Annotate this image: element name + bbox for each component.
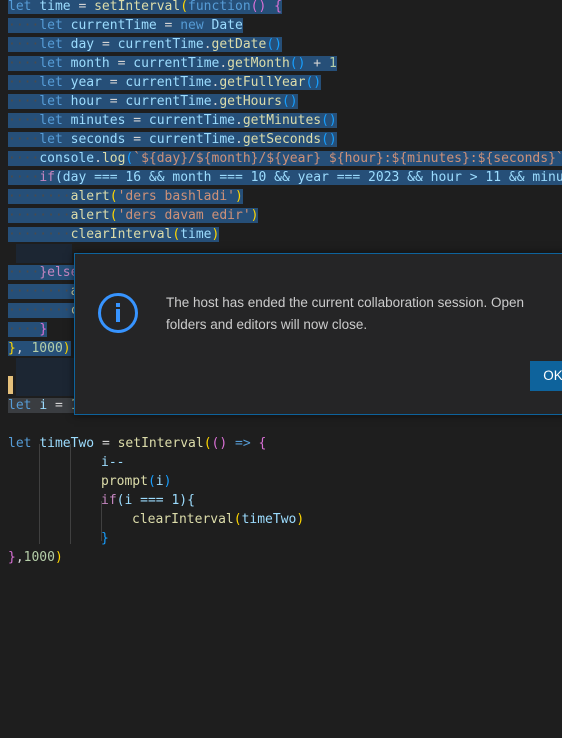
indent-guide [39, 444, 40, 544]
code-line: ········c [8, 301, 79, 320]
code-line: ········clearInterval(time) [8, 227, 220, 242]
code-line: ····}else [8, 265, 79, 280]
code-line: ····let year = currentTime.getFullYear() [8, 75, 322, 90]
code-line: let time = setInterval(function() { [8, 0, 282, 14]
code-line: },1000) [8, 550, 63, 565]
indent-guide [70, 444, 71, 544]
code-line: i-- [101, 455, 125, 470]
code-line: let i = 1 [8, 396, 79, 415]
code-line: ········a [8, 282, 79, 301]
code-line: ····let day = currentTime.getDate() [8, 37, 282, 52]
code-line: if(i === 1){ [101, 493, 195, 508]
code-line: ········alert('ders bashladi') [8, 189, 243, 204]
code-line: clearInterval(timeTwo) [132, 512, 305, 527]
session-ended-dialog: The host has ended the current collabora… [74, 253, 562, 415]
code-line: ········alert('ders davam edir') [8, 208, 259, 223]
code-line: ····} [8, 322, 48, 337]
selection-highlight [16, 358, 76, 396]
code-line: ····let currentTime = new Date [8, 18, 243, 33]
code-line: ····console.log(`${day}/${month}/${year}… [8, 149, 562, 168]
code-line: }, 1000) [8, 341, 71, 356]
selection-highlight [16, 244, 72, 263]
code-line: ····let seconds = currentTime.getSeconds… [8, 132, 337, 147]
dialog-message: The host has ended the current collabora… [166, 295, 524, 332]
code-line: ····let month = currentTime.getMonth() +… [8, 56, 337, 71]
info-icon [98, 293, 138, 333]
text-cursor [8, 376, 13, 394]
code-line: } [101, 531, 109, 546]
code-line: ····if(day === 16 && month === 10 && yea… [8, 168, 562, 187]
code-line: prompt(i) [101, 474, 172, 489]
code-line: let timeTwo = setInterval(() => { [8, 436, 267, 451]
ok-button[interactable]: OK [530, 361, 562, 391]
code-line: ····let minutes = currentTime.getMinutes… [8, 113, 337, 128]
code-line: ····let hour = currentTime.getHours() [8, 94, 298, 109]
